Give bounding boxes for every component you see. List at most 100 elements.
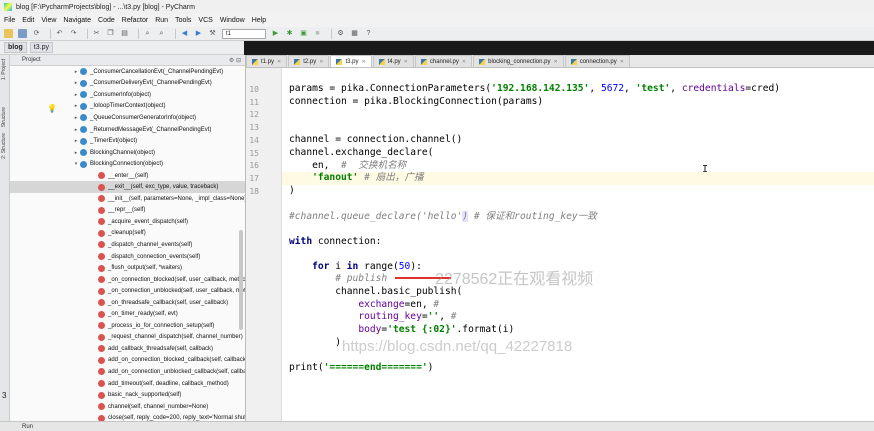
expand-arrow-right-icon[interactable]: ▸ <box>72 115 80 121</box>
lightbulb-icon[interactable]: 💡 <box>47 104 57 113</box>
project-panel-title[interactable]: Project <box>22 57 41 63</box>
tree-method-item[interactable]: _on_timer_ready(self, evt) <box>10 308 245 320</box>
paste-icon[interactable]: ▤ <box>120 29 129 38</box>
tree-class-item[interactable]: ▸ _ReturnedMessageEvt(_ChannelPendingEvt) <box>10 124 245 136</box>
sync-icon[interactable]: ⟳ <box>32 29 41 38</box>
editor-tab[interactable]: t1.py ✕ <box>246 55 288 67</box>
close-tab-icon[interactable]: ✕ <box>620 59 624 65</box>
replace-icon[interactable]: ⌕ <box>157 29 166 38</box>
tree-method-item[interactable]: _dispatch_connection_events(self) <box>10 251 245 263</box>
menu-refactor[interactable]: Refactor <box>122 17 148 24</box>
settings-icon[interactable]: ⚙ <box>336 29 345 38</box>
run-tool-label[interactable]: Run <box>22 424 33 430</box>
tree-class-item[interactable]: ▸ _QueueConsumerGeneratorInfo(object) <box>10 112 245 124</box>
close-tab-icon[interactable]: ✕ <box>462 59 466 65</box>
editor-tab[interactable]: channel.py ✕ <box>414 55 473 67</box>
menu-help[interactable]: Help <box>252 17 266 24</box>
code-string: '' <box>427 311 440 322</box>
tree-method-item[interactable]: _acquire_event_dispatch(self) <box>10 216 245 228</box>
tree-class-item[interactable]: ▸ _ConsumerDeliveryEvt(_ChannelPendingEvt… <box>10 78 245 90</box>
close-tab-icon[interactable]: ✕ <box>404 59 408 65</box>
editor-tab[interactable]: connection.py ✕ <box>564 55 630 67</box>
undo-icon[interactable]: ↶ <box>55 29 64 38</box>
menu-edit[interactable]: Edit <box>22 17 34 24</box>
tree-method-item[interactable]: _on_threadsafe_callback(self, user_callb… <box>10 297 245 309</box>
redo-icon[interactable]: ↷ <box>69 29 78 38</box>
build-icon[interactable]: ⚒ <box>208 29 217 38</box>
close-tab-icon[interactable]: ✕ <box>361 59 365 65</box>
tree-class-item[interactable]: ▸ _ConsumerInfo(object) <box>10 89 245 101</box>
tree-class-item[interactable]: ▸ BlockingChannel(object) <box>10 147 245 159</box>
tree-method-item[interactable]: __init__(self, parameters=None, _impl_cl… <box>10 193 245 205</box>
tree-method-item[interactable]: __enter__(self) <box>10 170 245 182</box>
tree-method-item[interactable]: channel(self, channel_number=None) <box>10 401 245 413</box>
tree-method-item[interactable]: close(self, reply_code=200, reply_text='… <box>10 412 245 421</box>
expand-arrow-right-icon[interactable]: ▸ <box>72 127 80 133</box>
menu-view[interactable]: View <box>41 17 56 24</box>
forward-icon[interactable]: ▶ <box>194 29 203 38</box>
breadcrumb-file[interactable]: t3.py <box>29 42 53 53</box>
line-number: 14 <box>249 135 259 145</box>
structure-number-tab[interactable]: 2: Structure <box>1 133 7 159</box>
breadcrumb-project[interactable]: blog <box>4 42 27 53</box>
tree-method-item[interactable]: add_on_connection_blocked_callback(self,… <box>10 355 245 367</box>
debug-icon[interactable]: ✱ <box>285 29 294 38</box>
editor-tab[interactable]: t3.py ✕ <box>330 55 372 67</box>
structure-tool-tab[interactable]: Structure <box>1 107 7 127</box>
expand-arrow-right-icon[interactable]: ▸ <box>72 138 80 144</box>
tree-class-item[interactable]: ▾ BlockingConnection(object) <box>10 158 245 170</box>
expand-arrow-right-icon[interactable]: ▸ <box>72 150 80 156</box>
tree-method-item[interactable]: basic_nack_supported(self) <box>10 389 245 401</box>
project-tool-tab[interactable]: 1: Project <box>1 59 7 80</box>
copy-icon[interactable]: ❐ <box>106 29 115 38</box>
menu-code[interactable]: Code <box>98 17 115 24</box>
tree-method-item[interactable]: add_timeout(self, deadline, callback_met… <box>10 378 245 390</box>
tree-method-item[interactable]: _dispatch_channel_events(self) <box>10 239 245 251</box>
expand-arrow-right-icon[interactable]: ▸ <box>72 69 80 75</box>
coverage-icon[interactable]: ▣ <box>299 29 308 38</box>
project-panel-scrollbar[interactable] <box>239 230 243 330</box>
expand-arrow-down-icon[interactable]: ▾ <box>72 161 80 167</box>
panel-settings-icon[interactable]: ⚙ ⊟ <box>229 57 241 64</box>
editor-tab[interactable]: t2.py ✕ <box>288 55 330 67</box>
tree-method-item[interactable]: add_on_connection_unblocked_callback(sel… <box>10 366 245 378</box>
tree-class-item[interactable]: ▸ _TimerEvt(object) <box>10 135 245 147</box>
close-tab-icon[interactable]: ✕ <box>554 59 558 65</box>
tree-method-item[interactable]: _on_connection_unblocked(self, user_call… <box>10 285 245 297</box>
tree-method-item[interactable]: _flush_output(self, *waiters) <box>10 262 245 274</box>
tree-method-item[interactable]: _on_connection_blocked(self, user_callba… <box>10 274 245 286</box>
save-all-icon[interactable] <box>18 29 27 38</box>
tree-method-item[interactable]: __repr__(self) <box>10 205 245 217</box>
close-tab-icon[interactable]: ✕ <box>319 59 323 65</box>
editor-tab[interactable]: t4.py ✕ <box>372 55 414 67</box>
open-folder-icon[interactable] <box>4 29 13 38</box>
expand-arrow-right-icon[interactable]: ▸ <box>72 92 80 98</box>
close-tab-icon[interactable]: ✕ <box>277 59 281 65</box>
project-structure-icon[interactable]: ▦ <box>350 29 359 38</box>
tree-method-item[interactable]: add_callback_threadsafe(self, callback) <box>10 343 245 355</box>
menu-vcs[interactable]: VCS <box>198 17 212 24</box>
find-icon[interactable]: ⌕ <box>143 29 152 38</box>
editor-tab[interactable]: blocking_connection.py ✕ <box>473 55 564 67</box>
code-editor[interactable]: params = pika.ConnectionParameters('192.… <box>282 68 874 421</box>
menu-file[interactable]: File <box>4 17 15 24</box>
menu-tools[interactable]: Tools <box>175 17 191 24</box>
expand-arrow-right-icon[interactable]: ▸ <box>72 103 80 109</box>
expand-arrow-right-icon[interactable]: ▸ <box>72 80 80 86</box>
help-icon[interactable]: ? <box>364 29 373 38</box>
stop-icon[interactable]: ■ <box>313 29 322 38</box>
tree-method-item[interactable]: _process_io_for_connection_setup(self) <box>10 320 245 332</box>
tree-method-item[interactable]: _request_channel_dispatch(self, channel_… <box>10 332 245 344</box>
tree-class-item[interactable]: ▸ _ConsumerCancellationEvt(_ChannelPendin… <box>10 66 245 78</box>
run-config-select[interactable]: t1 <box>222 28 266 39</box>
tree-class-item[interactable]: ▸ _IoloopTimerContext(object) <box>10 101 245 113</box>
menu-window[interactable]: Window <box>220 17 245 24</box>
tree-method-item[interactable]: __exit__(self, exc_type, value, tracebac… <box>10 181 245 194</box>
tree-method-item[interactable]: _cleanup(self) <box>10 228 245 240</box>
menu-run[interactable]: Run <box>155 17 168 24</box>
cut-icon[interactable]: ✂ <box>92 29 101 38</box>
run-icon[interactable]: ▶ <box>271 29 280 38</box>
back-icon[interactable]: ◀ <box>180 29 189 38</box>
menu-navigate[interactable]: Navigate <box>63 17 91 24</box>
